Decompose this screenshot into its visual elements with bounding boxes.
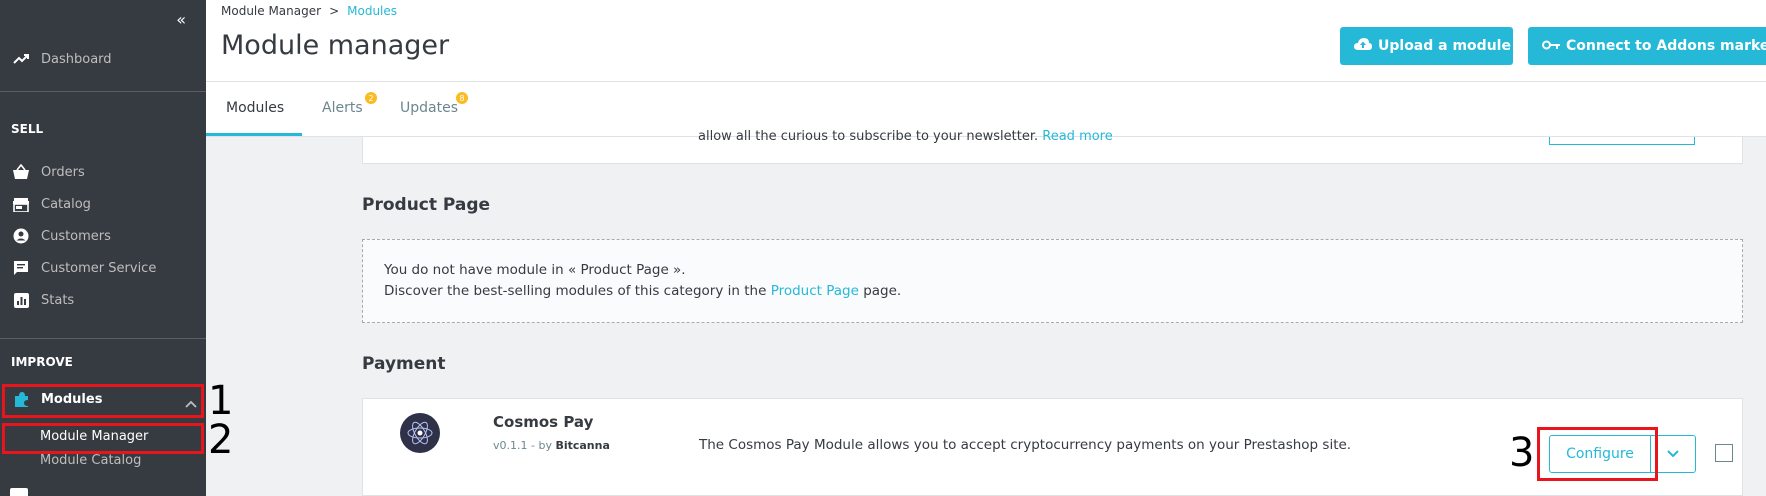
sidebar-subitem-module-catalog[interactable]: Module Catalog (40, 453, 141, 468)
cosmos-logo-icon (400, 413, 440, 453)
sidebar-divider (0, 91, 206, 92)
read-more-link[interactable]: Read more (1042, 129, 1112, 144)
section-title-payment: Payment (362, 354, 446, 374)
sidebar-item-customer-service[interactable]: Customer Service (12, 259, 156, 277)
bar-chart-icon (12, 291, 30, 309)
page-header: Module Manager > Modules Module manager … (206, 0, 1766, 82)
module-name: Cosmos Pay (493, 413, 594, 431)
breadcrumb: Module Manager > Modules (221, 4, 397, 18)
module-version: v0.1.1 - by Bitcanna (493, 439, 610, 452)
sidebar-item-orders[interactable]: Orders (12, 163, 85, 181)
annotation-number-2: 2 (208, 417, 234, 463)
page-title: Module manager (221, 30, 450, 61)
upload-module-label: Upload a module (1378, 38, 1511, 54)
collapse-sidebar-icon[interactable]: « (176, 10, 186, 29)
module-card-cosmos-pay: Cosmos Pay v0.1.1 - by Bitcanna The Cosm… (362, 398, 1743, 496)
sidebar: « Dashboard SELL Orders Catalog Customer… (0, 0, 206, 496)
empty-notice-line2: Discover the best-selling modules of thi… (384, 281, 1721, 302)
notice-text: Discover the best-selling modules of thi… (384, 283, 767, 299)
trending-up-icon (12, 50, 30, 68)
key-icon (1542, 38, 1560, 54)
partial-menu-icon (10, 488, 28, 496)
annotation-number-3: 3 (1509, 430, 1535, 476)
sidebar-item-catalog[interactable]: Catalog (12, 195, 91, 213)
tab-label: Alerts (322, 100, 363, 116)
cloud-upload-icon (1354, 37, 1372, 55)
sidebar-divider (0, 338, 206, 339)
chevron-down-icon (1666, 446, 1680, 462)
bulk-select-checkbox[interactable] (1715, 444, 1733, 462)
highlight-box-configure (1537, 427, 1658, 481)
module-description-partial: allow all the curious to subscribe to yo… (698, 129, 1113, 144)
alerts-count-badge: 2 (365, 92, 377, 104)
active-tab-indicator (206, 133, 302, 136)
tab-label: Updates (400, 100, 458, 116)
highlight-box-modules (2, 384, 204, 418)
connect-addons-button[interactable]: Connect to Addons marketpla (1528, 27, 1766, 65)
breadcrumb-separator: > (329, 4, 340, 18)
highlight-box-module-manager (2, 423, 204, 454)
tab-updates[interactable]: Updates 8 (400, 92, 468, 116)
breadcrumb-parent[interactable]: Module Manager (221, 4, 321, 18)
sidebar-section-sell: SELL (11, 122, 44, 136)
module-author: Bitcanna (555, 439, 610, 452)
product-page-link[interactable]: Product Page (771, 283, 859, 299)
sidebar-item-customers[interactable]: Customers (12, 227, 111, 245)
sidebar-item-label: Customer Service (41, 260, 157, 276)
description-text: allow all the curious to subscribe to yo… (698, 129, 1039, 144)
sidebar-item-dashboard[interactable]: Dashboard (12, 50, 112, 68)
module-description: The Cosmos Pay Module allows you to acce… (699, 437, 1352, 453)
tab-alerts[interactable]: Alerts 2 (322, 92, 377, 116)
section-title-product-page: Product Page (362, 195, 491, 215)
empty-category-notice: You do not have module in « Product Page… (362, 239, 1743, 323)
sidebar-section-improve: IMPROVE (11, 355, 73, 369)
basket-icon (12, 163, 30, 181)
breadcrumb-current[interactable]: Modules (347, 4, 397, 18)
chat-icon (12, 259, 30, 277)
tab-modules[interactable]: Modules (226, 100, 284, 116)
partial-action-button[interactable] (1549, 137, 1695, 145)
sidebar-item-label: Dashboard (41, 51, 112, 67)
sidebar-item-label: Customers (41, 228, 111, 244)
sidebar-item-label: Catalog (41, 196, 91, 212)
notice-text: page. (863, 283, 902, 299)
sidebar-item-stats[interactable]: Stats (12, 291, 74, 309)
sidebar-item-label: Stats (41, 292, 75, 308)
sidebar-item-label: Orders (41, 164, 85, 180)
account-circle-icon (12, 227, 30, 245)
annotation-number-1: 1 (208, 378, 234, 424)
empty-notice-line1: You do not have module in « Product Page… (384, 262, 686, 278)
module-card-partial: allow all the curious to subscribe to yo… (362, 129, 1743, 164)
store-icon (12, 195, 30, 213)
updates-count-badge: 8 (456, 92, 468, 104)
connect-addons-label: Connect to Addons marketpla (1566, 38, 1766, 54)
version-text: v0.1.1 - by (493, 439, 552, 452)
upload-module-button[interactable]: Upload a module (1340, 27, 1513, 65)
